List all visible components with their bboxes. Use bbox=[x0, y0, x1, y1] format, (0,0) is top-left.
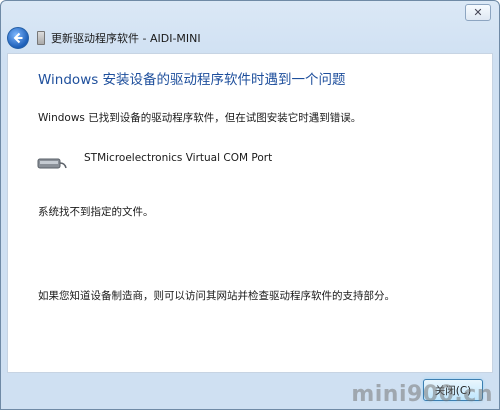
page-title: Windows 安装设备的驱动程序软件时遇到一个问题 bbox=[38, 72, 346, 88]
support-hint: 如果您知道设备制造商，则可以访问其网站并检查驱动程序软件的支持部分。 bbox=[38, 290, 395, 302]
window-close-button[interactable]: ✕ bbox=[465, 4, 491, 21]
content-panel: Windows 安装设备的驱动程序软件时遇到一个问题 Windows 已找到设备… bbox=[7, 53, 493, 373]
error-message: Windows 已找到设备的驱动程序软件，但在试图安装它时遇到错误。 bbox=[38, 112, 362, 124]
window-title: 更新驱动程序软件 - AIDI-MINI bbox=[51, 32, 201, 45]
device-name: STMicroelectronics Virtual COM Port bbox=[84, 152, 273, 164]
usb-device-icon bbox=[37, 31, 45, 45]
dialog-window: ✕ 更新驱动程序软件 - AIDI-MINI Windows 安装设备的驱动程序… bbox=[0, 0, 500, 410]
back-arrow-icon bbox=[13, 32, 23, 44]
title-bar: 更新驱动程序软件 - AIDI-MINI bbox=[5, 25, 495, 51]
back-button[interactable] bbox=[7, 27, 29, 49]
com-port-device-icon bbox=[37, 158, 67, 169]
close-icon: ✕ bbox=[473, 6, 483, 19]
dialog-footer: 关闭(C) bbox=[1, 371, 499, 409]
error-detail: 系统找不到指定的文件。 bbox=[38, 206, 154, 218]
close-button[interactable]: 关闭(C) bbox=[423, 379, 483, 401]
